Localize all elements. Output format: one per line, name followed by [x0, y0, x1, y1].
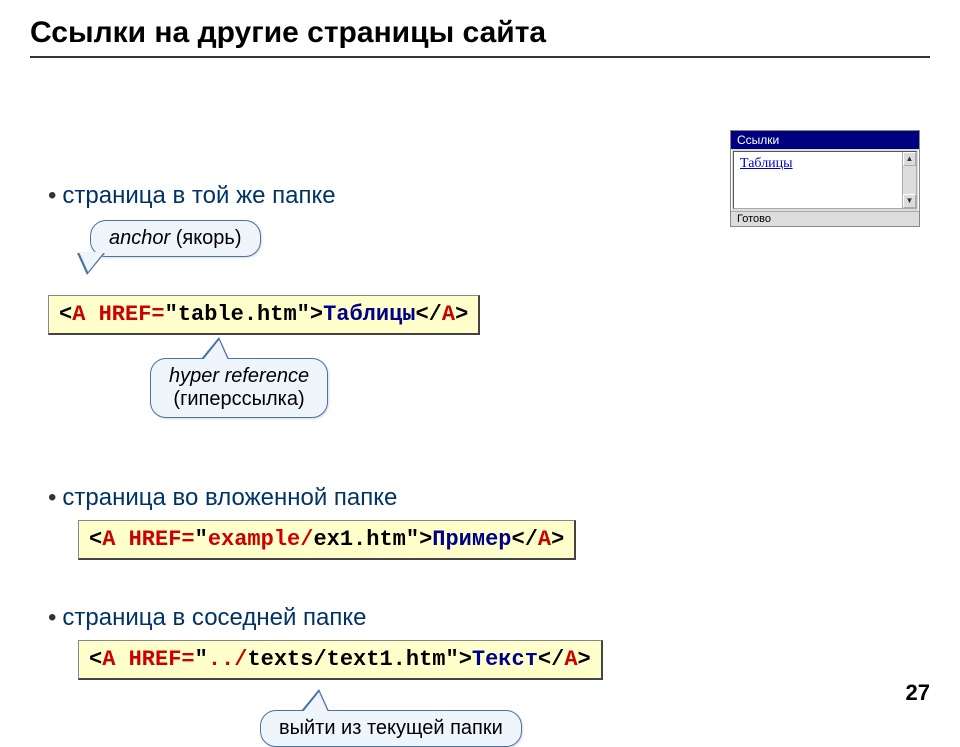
callout-hyper-reference: hyper reference (гиперссылка): [150, 358, 328, 418]
callout-anchor-term: anchor: [109, 227, 170, 249]
tok: [115, 527, 128, 552]
tok: >: [551, 527, 564, 552]
tok: ": [165, 302, 178, 327]
callout-hyper-term: hyper reference: [169, 365, 309, 388]
bullet-text: страница во вложенной папке: [62, 484, 397, 511]
bullet-text: страница в той же папке: [62, 182, 335, 209]
tok: </: [512, 527, 538, 552]
browser-titlebar: Ссылки: [731, 131, 919, 149]
scroll-down-icon[interactable]: ▼: [903, 194, 916, 208]
callout-hyper-translation: (гиперссылка): [169, 388, 309, 411]
tok: [85, 302, 98, 327]
tok: ": [297, 302, 310, 327]
tok: >: [459, 647, 472, 672]
tok: >: [455, 302, 468, 327]
tok: ": [195, 527, 208, 552]
bullet-same-folder: •страница в той же папке: [48, 182, 336, 210]
browser-hyperlink[interactable]: Таблицы: [740, 156, 793, 171]
tok: </: [538, 647, 564, 672]
bullet-nested-folder: •страница во вложенной папке: [48, 484, 397, 512]
scroll-up-icon[interactable]: ▲: [903, 152, 916, 166]
browser-statusbar: Готово: [731, 211, 919, 226]
tok: <: [89, 647, 102, 672]
callout-anchor-translation: (якорь): [170, 227, 241, 249]
scrollbar[interactable]: ▲ ▼: [902, 152, 916, 208]
tok-dir: texts/: [247, 647, 326, 672]
slide-title: Ссылки на другие страницы сайта: [0, 0, 960, 56]
tok-attr-name: HREF=: [129, 527, 195, 552]
tok-tag: A: [564, 647, 577, 672]
tok-tag: A: [102, 527, 115, 552]
tok-path: example/: [208, 527, 314, 552]
code-example-sibling-folder: <A HREF="../texts/text1.htm">Текст</A>: [78, 640, 603, 680]
tok: [115, 647, 128, 672]
tok-attr-name: HREF=: [99, 302, 165, 327]
tok: >: [310, 302, 323, 327]
tok-tag: A: [442, 302, 455, 327]
tok-tag: A: [72, 302, 85, 327]
code-example-same-folder: <A HREF="table.htm">Таблицы</A>: [48, 295, 480, 335]
callout-exit-folder: выйти из текущей папки: [260, 710, 522, 747]
browser-preview-window: Ссылки Таблицы ▲ ▼ Готово: [730, 130, 920, 227]
callout-tail-icon: [301, 689, 329, 711]
tok: ": [406, 527, 419, 552]
title-rule: [30, 56, 930, 58]
bullet-dot-icon: •: [48, 604, 56, 631]
browser-body: Таблицы ▲ ▼: [733, 151, 917, 209]
tok: >: [578, 647, 591, 672]
tok-link-text: Текст: [472, 647, 538, 672]
bullet-sibling-folder: •страница в соседней папке: [48, 604, 367, 632]
tok-link-text: Пример: [432, 527, 511, 552]
tok-filename: table.htm: [178, 302, 297, 327]
callout-tail-icon: [201, 337, 229, 359]
tok: </: [415, 302, 441, 327]
tok-filename: text1.htm: [327, 647, 446, 672]
tok-tag: A: [538, 527, 551, 552]
callout-tail-icon: [77, 253, 105, 275]
tok: ": [445, 647, 458, 672]
tok: <: [89, 527, 102, 552]
bullet-text: страница в соседней папке: [62, 604, 366, 631]
bullet-dot-icon: •: [48, 182, 56, 209]
tok: >: [419, 527, 432, 552]
tok-filename: ex1.htm: [313, 527, 405, 552]
bullet-dot-icon: •: [48, 484, 56, 511]
tok-tag: A: [102, 647, 115, 672]
tok-attr-name: HREF=: [129, 647, 195, 672]
callout-exit-text: выйти из текущей папки: [279, 717, 503, 739]
code-example-nested-folder: <A HREF="example/ex1.htm">Пример</A>: [78, 520, 576, 560]
callout-anchor: anchor (якорь): [90, 220, 261, 257]
tok: <: [59, 302, 72, 327]
tok-path: ../: [208, 647, 248, 672]
tok-link-text: Таблицы: [323, 302, 415, 327]
page-number: 27: [906, 680, 930, 706]
tok: ": [195, 647, 208, 672]
